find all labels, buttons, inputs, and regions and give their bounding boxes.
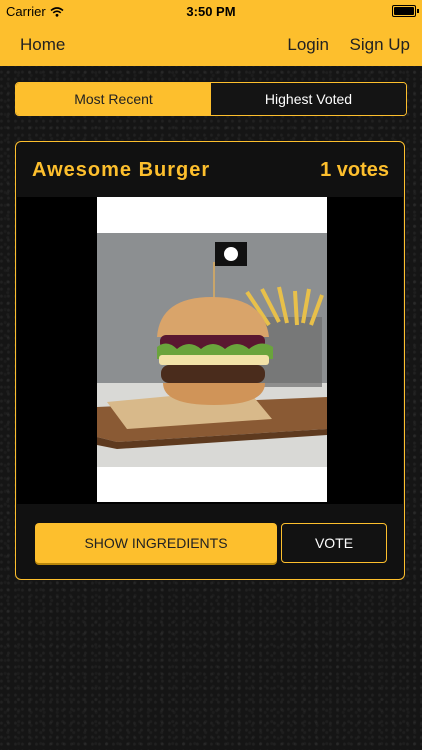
burger-illustration [97,197,327,502]
status-time: 3:50 PM [186,4,236,19]
vote-count: 1 votes [320,159,389,181]
signup-button[interactable]: Sign Up [350,35,410,55]
photo-container [17,197,403,504]
sort-segmented-control: Most Recent Highest Voted [15,82,407,116]
post-card: Awesome Burger 1 votes SHOW INGREDIENTS … [15,141,405,580]
battery-icon [392,5,419,17]
navigation-bar: Home Login Sign Up [0,22,422,66]
tab-most-recent[interactable]: Most Recent [16,83,211,115]
post-title: Awesome Burger [32,159,211,181]
home-button[interactable]: Home [20,35,65,55]
tab-highest-voted[interactable]: Highest Voted [211,83,406,115]
vote-button[interactable]: VOTE [281,523,387,563]
status-bar: Carrier 3:50 PM [0,0,422,22]
login-button[interactable]: Login [287,35,329,55]
burger-photo [97,197,327,502]
show-ingredients-button[interactable]: SHOW INGREDIENTS [35,523,277,563]
